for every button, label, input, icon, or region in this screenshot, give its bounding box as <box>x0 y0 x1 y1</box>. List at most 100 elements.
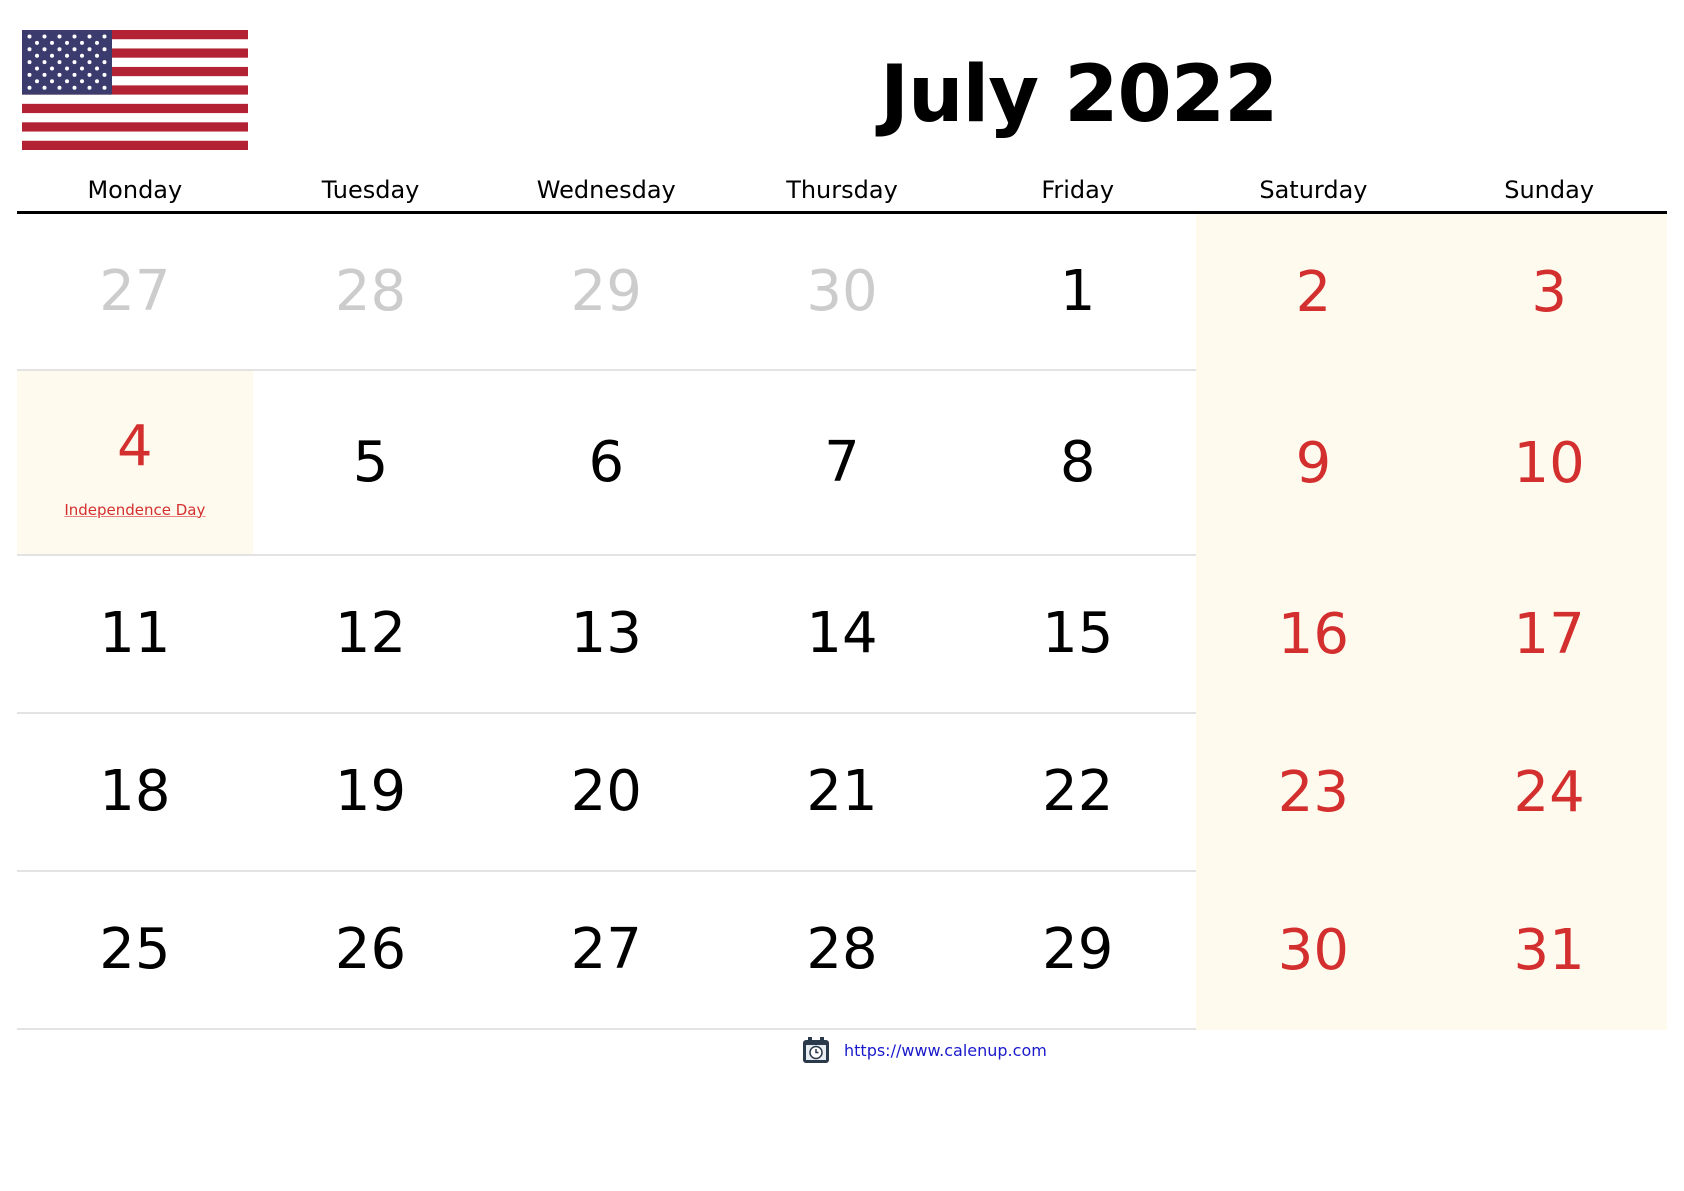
flag-star <box>42 85 47 90</box>
day-cell[interactable]: 25 <box>17 872 253 1028</box>
day-number: 27 <box>570 917 642 982</box>
flag-star <box>35 53 39 58</box>
day-cell[interactable]: 20 <box>488 714 724 870</box>
flag-star <box>27 60 32 65</box>
day-cell[interactable]: 27 <box>488 872 724 1028</box>
day-cell[interactable]: 31 <box>1431 872 1667 1030</box>
day-cell[interactable]: 3 <box>1431 214 1667 371</box>
day-cell[interactable]: 29 <box>488 214 724 369</box>
flag-star <box>35 66 39 71</box>
flag-star <box>42 72 47 77</box>
flag-star <box>95 79 99 84</box>
day-cell[interactable]: 29 <box>960 872 1196 1028</box>
day-number: 2 <box>1295 259 1332 325</box>
flag-star <box>42 34 47 39</box>
flag-star <box>72 47 77 52</box>
day-cell[interactable]: 28 <box>724 872 960 1028</box>
calendar-grid: Monday Tuesday Wednesday Thursday Friday… <box>17 170 1667 1030</box>
day-number: 30 <box>806 258 878 324</box>
flag-star <box>27 85 32 90</box>
flag-star <box>65 40 69 45</box>
weekday-friday: Friday <box>1041 176 1115 204</box>
day-cell[interactable]: 7 <box>724 371 960 554</box>
day-number: 21 <box>806 759 878 824</box>
flag-star <box>35 79 39 84</box>
day-cell[interactable]: 15 <box>960 556 1196 712</box>
day-cell[interactable]: 4 Independence Day <box>17 371 253 554</box>
week-row: 27 28 29 30 1 2 3 <box>17 214 1667 371</box>
week-row: 11 12 13 14 15 16 17 <box>17 556 1667 714</box>
website-link[interactable]: https://www.calenup.com <box>844 1041 1047 1060</box>
flag-star <box>95 40 99 45</box>
day-number: 30 <box>1277 918 1350 983</box>
weekday-header: Monday Tuesday Wednesday Thursday Friday… <box>17 170 1667 214</box>
flag-star <box>87 34 92 39</box>
day-cell[interactable]: 11 <box>17 556 253 712</box>
day-number: 5 <box>352 429 389 495</box>
page-title: July 2022 <box>880 50 1278 140</box>
day-cell[interactable]: 21 <box>724 714 960 870</box>
day-number: 12 <box>334 601 407 666</box>
day-cell[interactable]: 30 <box>724 214 960 369</box>
day-number: 28 <box>334 258 407 324</box>
flag-star <box>80 66 84 71</box>
calendar-weeks: 27 28 29 30 1 2 3 4 Independence Day 5 6 7 8 9 10 11 12 1… <box>17 214 1667 1030</box>
day-cell[interactable]: 24 <box>1431 714 1667 872</box>
day-number: 9 <box>1295 430 1332 496</box>
day-cell[interactable]: 23 <box>1195 714 1432 872</box>
weekday-monday: Monday <box>87 176 183 204</box>
day-cell[interactable]: 13 <box>488 556 724 712</box>
flag-star <box>102 72 107 77</box>
day-number: 11 <box>99 601 171 666</box>
footer: https://www.calenup.com <box>802 1036 1047 1064</box>
flag-star <box>87 47 92 52</box>
flag-star <box>57 47 62 52</box>
flag-star <box>27 34 32 39</box>
day-cell[interactable]: 9 <box>1195 371 1432 556</box>
weekday-thursday: Thursday <box>786 176 898 204</box>
day-cell[interactable]: 27 <box>17 214 253 369</box>
day-number: 10 <box>1513 430 1585 496</box>
day-cell[interactable]: 12 <box>253 556 489 712</box>
day-cell[interactable]: 2 <box>1195 214 1432 371</box>
flag-star <box>72 60 77 65</box>
week-row: 18 19 20 21 22 23 24 <box>17 714 1667 872</box>
day-cell[interactable]: 14 <box>724 556 960 712</box>
day-number: 22 <box>1042 759 1114 824</box>
day-cell[interactable]: 26 <box>253 872 489 1028</box>
weekday-sunday: Sunday <box>1504 176 1595 204</box>
flag-star <box>65 79 69 84</box>
day-cell[interactable]: 5 <box>253 371 489 554</box>
flag-star <box>35 40 39 45</box>
week-row: 4 Independence Day 5 6 7 8 9 10 <box>17 371 1667 556</box>
day-cell[interactable]: 28 <box>253 214 489 369</box>
holiday-link[interactable]: Independence Day <box>64 501 205 519</box>
day-cell[interactable]: 6 <box>488 371 724 554</box>
day-number: 29 <box>570 258 642 324</box>
flag-star <box>57 60 62 65</box>
day-number: 24 <box>1513 760 1585 825</box>
day-number: 29 <box>1042 917 1114 982</box>
day-cell[interactable]: 16 <box>1195 556 1432 714</box>
day-cell[interactable]: 18 <box>17 714 253 870</box>
flag-star <box>72 85 77 90</box>
day-number: 6 <box>588 429 625 495</box>
flag-star <box>87 60 92 65</box>
flag-star <box>72 72 77 77</box>
week-row: 25 26 27 28 29 30 31 <box>17 872 1667 1030</box>
day-cell[interactable]: 30 <box>1195 872 1432 1030</box>
day-number: 15 <box>1042 601 1114 666</box>
day-cell[interactable]: 22 <box>960 714 1196 870</box>
day-cell[interactable]: 1 <box>960 214 1196 369</box>
day-cell[interactable]: 17 <box>1431 556 1667 714</box>
flag-star <box>27 72 32 77</box>
day-number: 26 <box>334 917 407 982</box>
flag-star <box>72 34 77 39</box>
day-cell[interactable]: 10 <box>1431 371 1667 556</box>
day-cell[interactable]: 19 <box>253 714 489 870</box>
day-number: 3 <box>1531 259 1567 325</box>
flag-star <box>95 66 99 71</box>
weekday-saturday: Saturday <box>1259 176 1368 204</box>
flag-star <box>50 53 54 58</box>
day-cell[interactable]: 8 <box>960 371 1196 554</box>
